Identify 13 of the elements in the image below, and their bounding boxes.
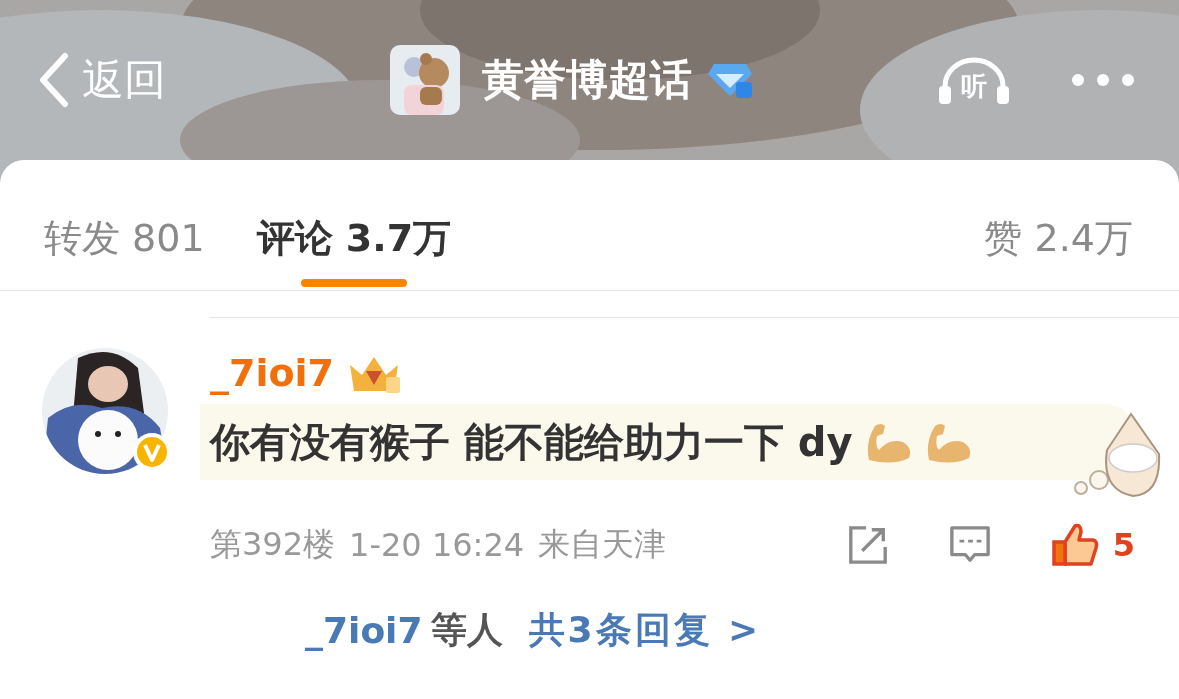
tab[interactable]: 转发 801 — [44, 189, 205, 289]
comment-text: 你有没有猴子 能不能给助力一下 dy — [210, 417, 853, 467]
username[interactable]: _7ioi7 — [210, 351, 335, 395]
comment-time: 1-20 16:24 — [349, 526, 525, 564]
comment-location: 来自天津 — [538, 524, 667, 565]
reply-username[interactable]: _7ioi7 — [305, 610, 423, 651]
view-replies-link[interactable]: 共3条回复 > — [528, 606, 762, 655]
like-button[interactable]: 5 — [1050, 522, 1135, 568]
share-icon[interactable] — [846, 524, 889, 566]
tab[interactable]: 评论 3.7万 — [256, 189, 452, 289]
tab[interactable]: 赞 2.4万 — [984, 189, 1133, 289]
reply-summary: 等人 — [430, 608, 503, 652]
floor-number: 第392楼 — [210, 524, 336, 565]
